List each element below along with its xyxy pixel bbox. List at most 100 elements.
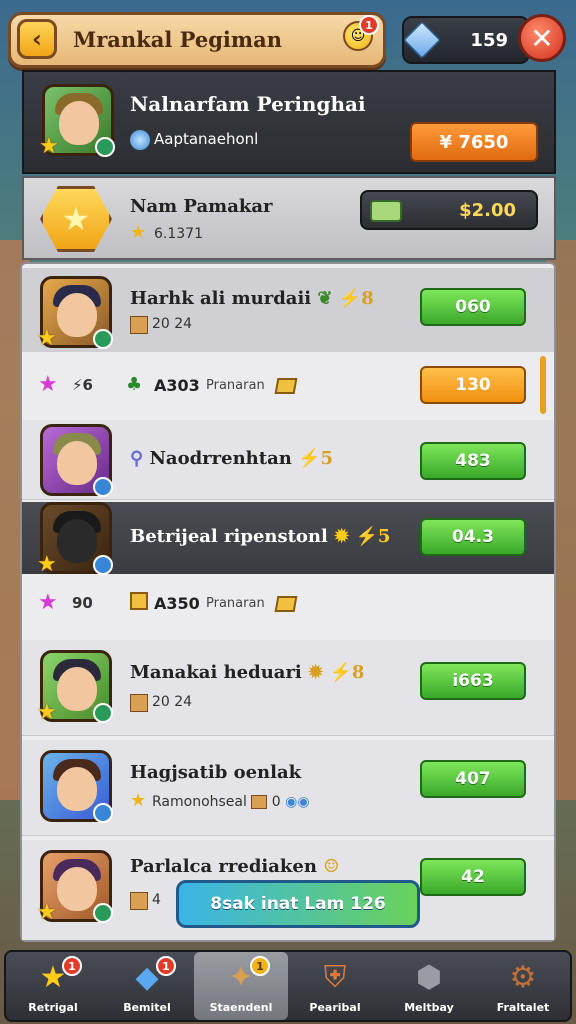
- gem-icon: [402, 20, 442, 60]
- coin-icon: ☺: [323, 856, 340, 877]
- cash-value: $2.00: [459, 200, 516, 221]
- avatar-face: [57, 519, 97, 563]
- star-icon: ★: [37, 900, 57, 925]
- list-item[interactable]: Hagjsatib oenlak ★ Ramonohseal 0 ◉◉ 407: [22, 740, 554, 836]
- item-name: Hagjsatib oenlak: [130, 762, 302, 783]
- nav-label: Meltbay: [404, 1001, 454, 1014]
- item-sub: Ramonohseal 0 ◉◉: [152, 794, 310, 810]
- close-x-icon: ✕: [530, 21, 554, 55]
- nav-label: Bemitel: [123, 1001, 171, 1014]
- notification-coin-icon[interactable]: ☺ 1: [343, 15, 379, 51]
- avatar: [40, 424, 113, 497]
- avatar: ★: [37, 650, 113, 725]
- gold-crate-icon: [130, 592, 148, 610]
- star-icon: ★: [37, 552, 57, 577]
- avatar: ★: [39, 84, 115, 159]
- buy-button[interactable]: 130: [420, 366, 526, 404]
- cash-value-box[interactable]: $2.00: [360, 190, 538, 230]
- star-icon: ★: [37, 326, 57, 351]
- notification-badge: 1: [156, 956, 176, 976]
- sparkle-icon: ✹: [334, 526, 350, 547]
- list-item[interactable]: ★ ⚡6 ♣ A303 Pranaran 130: [22, 356, 554, 416]
- globe-icon: [130, 130, 150, 150]
- item-code: A303: [154, 376, 200, 395]
- profile-price-button[interactable]: ¥ 7650: [410, 122, 538, 162]
- crate-icon: [130, 892, 148, 910]
- gold-bar-icon: [274, 596, 298, 612]
- leaf-icon: ❦: [317, 288, 333, 309]
- buy-button[interactable]: i663: [420, 662, 526, 700]
- avatar-face: [59, 101, 99, 145]
- orb-icon: [93, 329, 113, 349]
- buy-button[interactable]: 407: [420, 760, 526, 798]
- buy-button[interactable]: 04.3: [420, 518, 526, 556]
- item-name: Manakai heduari ✹ ⚡8: [130, 662, 365, 683]
- buy-button[interactable]: 483: [420, 442, 526, 480]
- nav-item-meltbay[interactable]: ⬢ Meltbay: [382, 952, 476, 1020]
- profile-name: Nalnarfam Peringhai: [130, 92, 366, 116]
- bottom-nav: ★ 1 Retrigal ◆ 1 Bemitel ✦ 1 Staendenl ⛨…: [4, 950, 572, 1022]
- notification-badge: 1: [359, 15, 379, 35]
- title-plate: ‹ Mrankal Pegiman ☺ 1: [8, 12, 386, 68]
- item-name: ⚲ Naodrrenhtan ⚡5: [130, 448, 334, 469]
- nav-item-retrigal[interactable]: ★ 1 Retrigal: [6, 952, 100, 1020]
- crate-icon: [130, 316, 148, 334]
- nav-item-bemitel[interactable]: ◆ 1 Bemitel: [100, 952, 194, 1020]
- item-bonus: 90: [72, 594, 93, 612]
- avatar-face: [57, 867, 97, 911]
- crate-icon: [251, 795, 268, 809]
- list-item[interactable]: ★ 90 A350 Pranaran: [22, 576, 554, 632]
- floating-action-chip[interactable]: 8sak inat Lam 126: [176, 880, 420, 928]
- notification-badge: 1: [62, 956, 82, 976]
- item-name: Betrijeal ripenstonl ✹ ⚡5: [130, 526, 391, 547]
- orb-icon: [95, 137, 115, 157]
- orb-icon: [93, 477, 113, 497]
- list-item[interactable]: ★ Manakai heduari ✹ ⚡8 20 24 i663: [22, 640, 554, 736]
- orb-icon: [93, 903, 113, 923]
- gold-row[interactable]: ★ Nam Pamakar ★ 6.1371 $2.00: [22, 176, 556, 260]
- top-bar: ‹ Mrankal Pegiman ☺ 1 159 ✕: [0, 0, 576, 72]
- item-sub: 4: [152, 892, 161, 908]
- orb-icon: ◉◉: [285, 794, 310, 810]
- star-icon: ★: [39, 134, 59, 159]
- avatar-face: [57, 667, 97, 711]
- nav-item-staendenl[interactable]: ✦ 1 Staendenl: [194, 952, 288, 1020]
- avatar: [40, 750, 113, 823]
- sparkle-icon: ✹: [308, 662, 324, 683]
- orb-icon: [93, 803, 113, 823]
- badge-icon: ⬢: [415, 959, 443, 995]
- gold-row-subtitle: 6.1371: [154, 226, 203, 242]
- avatar-face: [57, 767, 97, 811]
- star-icon: ★: [37, 700, 57, 725]
- pink-star-icon: ★: [38, 590, 58, 615]
- orb-icon: [93, 555, 113, 575]
- nav-label: Fraltalet: [496, 1001, 550, 1014]
- profile-card[interactable]: ★ Nalnarfam Peringhai Aaptanaehonl ¥ 765…: [22, 70, 556, 174]
- profile-subtitle: Aaptanaehonl: [154, 130, 259, 148]
- avatar-face: [57, 293, 97, 337]
- offer-list-panel[interactable]: ★ Harhk ali murdaii ❦ ⚡8 20 24 060 ★ ⚡6 …: [20, 262, 556, 942]
- list-item[interactable]: ★ Harhk ali murdaii ❦ ⚡8 20 24 060: [22, 268, 554, 352]
- item-bonus: ⚡6: [72, 376, 93, 394]
- list-item[interactable]: ⚲ Naodrrenhtan ⚡5 483: [22, 420, 554, 500]
- list-item[interactable]: ★ Betrijeal ripenstonl ✹ ⚡5 04.3: [22, 502, 554, 577]
- magnifier-icon: ⚲: [130, 448, 144, 469]
- cash-icon: [370, 200, 402, 222]
- buy-button[interactable]: 42: [420, 858, 526, 896]
- nav-label: Pearibal: [309, 1001, 361, 1014]
- back-button[interactable]: ‹: [17, 19, 57, 59]
- scrollbar-thumb[interactable]: [540, 356, 546, 414]
- item-sub: 20 24: [152, 316, 193, 332]
- nav-item-fraltalet[interactable]: ⚙ Fraltalet: [476, 952, 570, 1020]
- item-name: Parlalca rrediaken ☺: [130, 856, 340, 877]
- item-label: Pranaran: [206, 378, 265, 393]
- star-icon: ★: [130, 790, 147, 811]
- gem-counter[interactable]: 159: [402, 16, 530, 64]
- gold-bar-icon: [274, 378, 298, 394]
- nav-item-pearibal[interactable]: ⛨ Pearibal: [288, 952, 382, 1020]
- close-button[interactable]: ✕: [518, 14, 566, 62]
- buy-button[interactable]: 060: [420, 288, 526, 326]
- clover-icon: ♣: [126, 374, 143, 395]
- crate-icon: [130, 694, 148, 712]
- gem-value: 159: [470, 30, 508, 51]
